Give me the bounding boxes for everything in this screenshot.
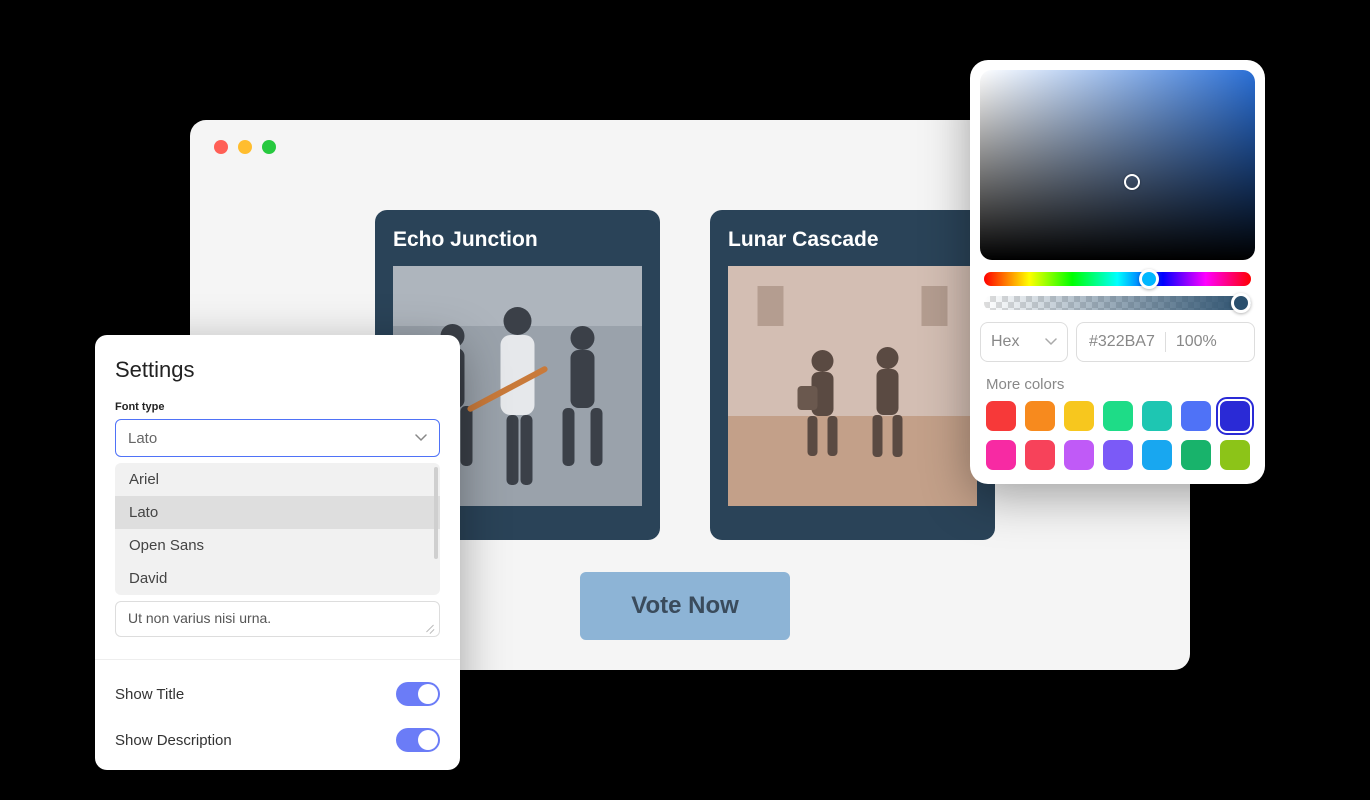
maximize-dot-icon[interactable] [262, 140, 276, 154]
poll-card-image [728, 266, 977, 506]
sv-cursor-icon[interactable] [1124, 174, 1140, 190]
hue-thumb-icon[interactable] [1139, 269, 1159, 289]
textarea-value: Ut non varius nisi urna. [128, 610, 271, 626]
swatch-grid [980, 401, 1255, 470]
font-option[interactable]: Lato [115, 496, 440, 529]
separator [1165, 332, 1166, 352]
hue-slider[interactable] [984, 272, 1251, 286]
color-picker-panel: Hex #322BA7 100% More colors [970, 60, 1265, 484]
divider [95, 659, 460, 660]
hex-input[interactable]: #322BA7 100% [1076, 322, 1255, 362]
font-select-value: Lato [128, 430, 157, 447]
color-swatch[interactable] [1220, 440, 1250, 470]
color-swatch[interactable] [1181, 401, 1211, 431]
font-select[interactable]: Lato [115, 419, 440, 457]
color-swatch[interactable] [1220, 401, 1250, 431]
vote-button[interactable]: Vote Now [580, 572, 790, 640]
color-format-select[interactable]: Hex [980, 322, 1068, 362]
settings-title: Settings [115, 357, 440, 383]
font-option[interactable]: David [115, 562, 440, 595]
toggle-label: Show Description [115, 732, 232, 749]
color-swatch[interactable] [1142, 440, 1172, 470]
color-swatch[interactable] [1103, 440, 1133, 470]
saturation-value-area[interactable] [980, 70, 1255, 260]
color-inputs-row: Hex #322BA7 100% [980, 322, 1255, 362]
color-swatch[interactable] [1103, 401, 1133, 431]
scrollbar[interactable] [434, 467, 438, 559]
show-title-toggle[interactable] [396, 682, 440, 706]
font-type-label: Font type [115, 401, 440, 413]
color-swatch[interactable] [986, 401, 1016, 431]
show-description-toggle[interactable] [396, 728, 440, 752]
window-controls [214, 140, 276, 154]
poll-card-title: Echo Junction [393, 228, 642, 252]
color-swatch[interactable] [986, 440, 1016, 470]
settings-panel: Settings Font type Lato Ariel Lato Open … [95, 335, 460, 770]
font-option[interactable]: Open Sans [115, 529, 440, 562]
alpha-value: 100% [1176, 333, 1217, 351]
poll-card-title: Lunar Cascade [728, 228, 977, 252]
color-swatch[interactable] [1064, 401, 1094, 431]
alpha-thumb-icon[interactable] [1231, 293, 1251, 313]
toggle-knob [418, 684, 438, 704]
minimize-dot-icon[interactable] [238, 140, 252, 154]
poll-cards-row: Echo Junction Lunar [375, 210, 995, 540]
poll-card[interactable]: Lunar Cascade [710, 210, 995, 540]
more-colors-label: More colors [986, 376, 1249, 393]
close-dot-icon[interactable] [214, 140, 228, 154]
font-dropdown: Ariel Lato Open Sans David [115, 463, 440, 595]
description-textarea[interactable]: Ut non varius nisi urna. [115, 601, 440, 637]
font-option[interactable]: Ariel [115, 463, 440, 496]
chevron-down-icon [1045, 336, 1057, 348]
chevron-down-icon [415, 432, 427, 444]
toggle-knob [418, 730, 438, 750]
alpha-slider[interactable] [984, 296, 1251, 310]
color-swatch[interactable] [1064, 440, 1094, 470]
color-format-value: Hex [991, 333, 1019, 351]
color-swatch[interactable] [1025, 401, 1055, 431]
color-swatch[interactable] [1025, 440, 1055, 470]
color-swatch[interactable] [1181, 440, 1211, 470]
toggle-row: Show Description [115, 728, 440, 752]
color-swatch[interactable] [1142, 401, 1172, 431]
toggle-row: Show Title [115, 682, 440, 706]
resize-handle-icon[interactable] [425, 622, 435, 632]
hex-value: #322BA7 [1089, 333, 1155, 351]
toggle-label: Show Title [115, 686, 184, 703]
